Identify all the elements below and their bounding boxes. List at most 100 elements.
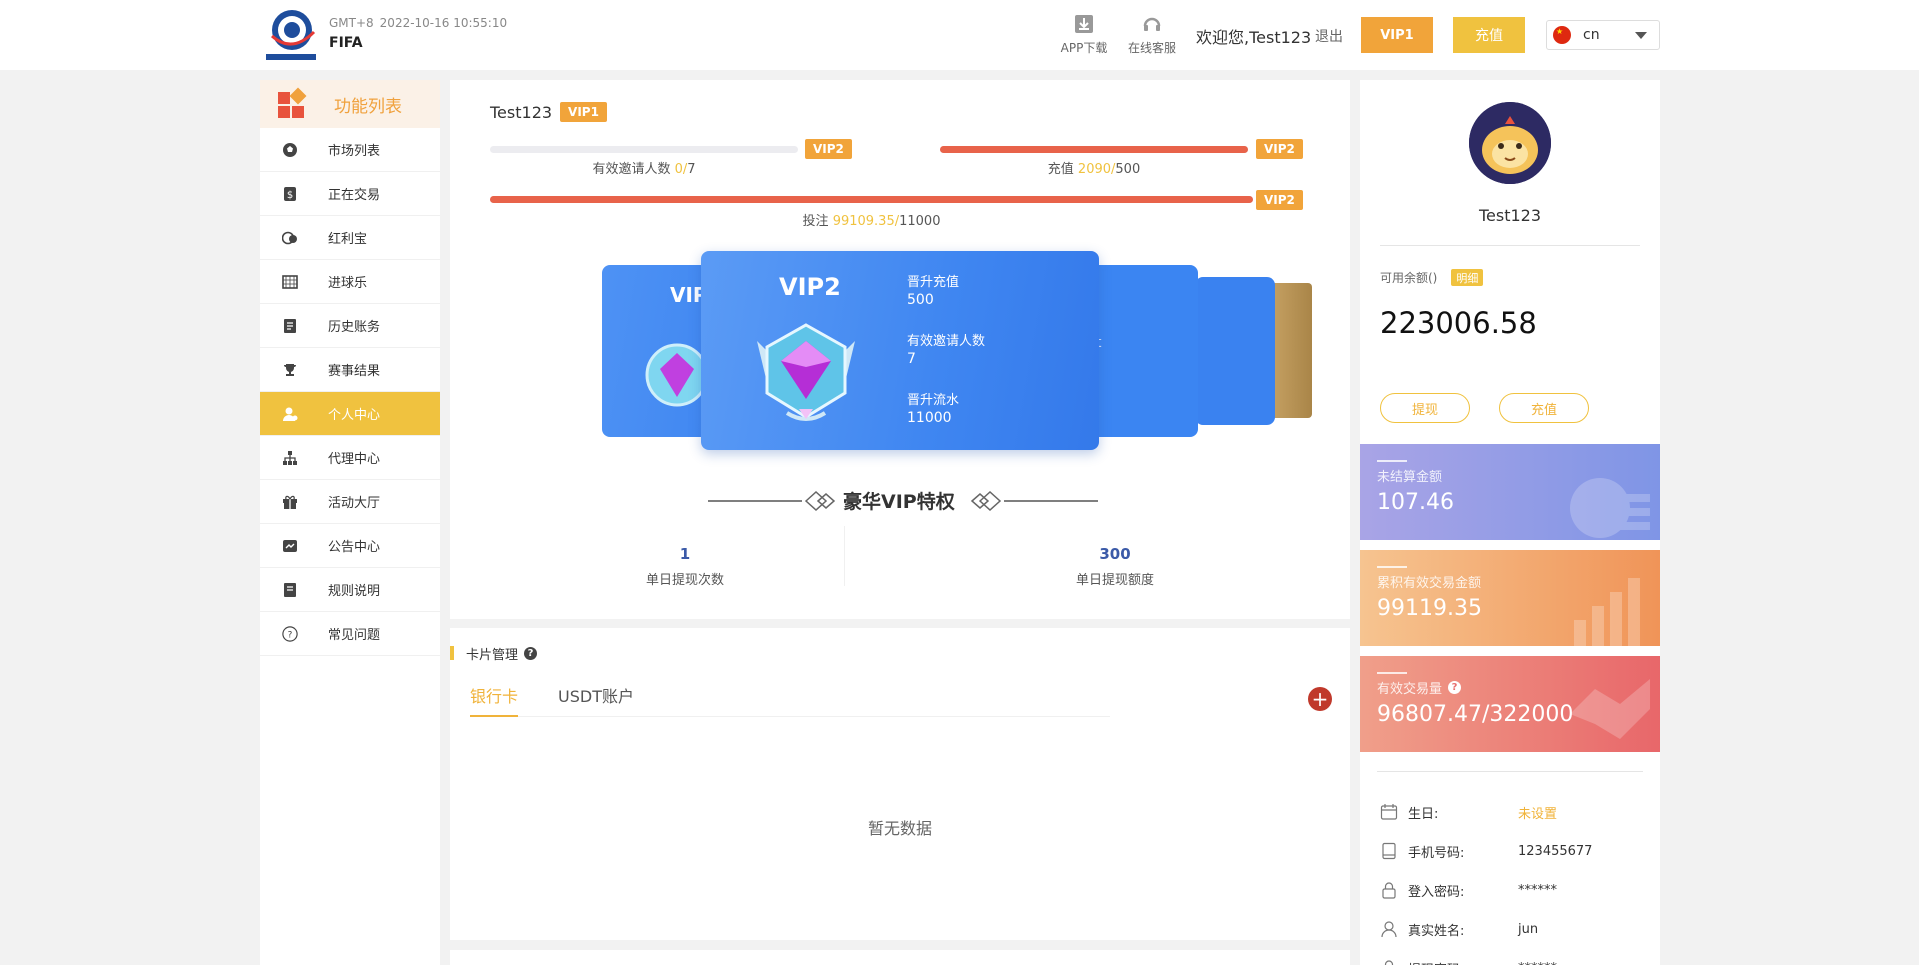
question-circle-icon: ?	[282, 625, 298, 642]
language-select[interactable]: cn	[1546, 20, 1660, 50]
sidebar-item-7[interactable]: 代理中心	[260, 436, 440, 480]
vip-user-line: Test123 VIP1	[490, 102, 607, 122]
info-value: jun	[1518, 921, 1539, 937]
sidebar-item-label: 常见问题	[328, 628, 381, 643]
vip-username: Test123	[490, 102, 553, 122]
sidebar-item-8[interactable]: 活动大厅	[260, 480, 440, 524]
user-icon	[282, 406, 298, 422]
welcome-text: 欢迎您,Test123	[1196, 28, 1312, 47]
tab-usdt-account[interactable]: USDT账户	[558, 683, 634, 717]
fifa-football-logo[interactable]	[262, 6, 320, 64]
card-tabs: 银行卡 USDT账户	[470, 683, 1110, 717]
sidebar-item-0[interactable]: 市场列表	[260, 128, 440, 172]
stat-withdraw-count: 1 单日提现次数	[645, 545, 724, 588]
add-card-button[interactable]: +	[1308, 687, 1332, 711]
total-valid-trade-card: 累积有效交易金额 99119.35	[1360, 550, 1660, 646]
req-recharge: 晋升充值 500	[907, 275, 960, 308]
sidebar-item-2[interactable]: 红利宝	[260, 216, 440, 260]
announcement-icon	[282, 538, 298, 554]
invite-target-vip-badge: VIP2	[805, 139, 852, 159]
privilege-title: 豪华VIP特权	[843, 491, 955, 513]
sidebar-item-label: 个人中心	[328, 408, 381, 423]
sidebar-item-4[interactable]: 历史账务	[260, 304, 440, 348]
recharge-progress-bar	[940, 146, 1248, 153]
vip-card-peek-far[interactable]	[1272, 283, 1312, 418]
timezone-clock: GMT+8 2022-10-16 10:55:10	[329, 16, 508, 30]
vip-card-peek-right-2[interactable]	[1195, 277, 1275, 425]
org-chart-icon	[282, 450, 298, 466]
info-label: 登入密码:	[1408, 884, 1465, 900]
help-icon[interactable]: ?	[1448, 681, 1462, 694]
balance-detail-button[interactable]: 明细	[1451, 269, 1484, 286]
profile-panel: Test123 可用余额() 明细 223006.58 提现 充值 未结算金额 …	[1360, 80, 1660, 965]
goal-net-icon	[282, 274, 298, 290]
withdraw-button[interactable]: 提现	[1380, 393, 1470, 423]
lock-icon	[1380, 881, 1398, 899]
function-grid-icon	[278, 87, 307, 118]
app-download-button[interactable]: APP下载	[1054, 14, 1114, 56]
top-header: GMT+8 2022-10-16 10:55:10 FIFA APP下载 在线客服…	[0, 0, 1919, 70]
vip-level-button[interactable]: VIP1	[1361, 17, 1433, 53]
info-value[interactable]: 未设置	[1518, 803, 1557, 822]
logout-link[interactable]: 退出	[1315, 26, 1343, 46]
sidebar-item-label: 代理中心	[328, 452, 381, 467]
avatar[interactable]	[1469, 102, 1551, 184]
sidebar-item-11[interactable]: ? 常见问题	[260, 612, 440, 656]
sidebar-item-9[interactable]: 公告中心	[260, 524, 440, 568]
sidebar-item-5[interactable]: 赛事结果	[260, 348, 440, 392]
handshake-icon	[1570, 679, 1650, 739]
svg-text:$: $	[287, 190, 293, 201]
vip-card-title: VIP2	[779, 273, 841, 301]
bet-progress-label: 投注 99109.35/11000	[802, 214, 941, 229]
unsettled-amount-card: 未结算金额 107.46	[1360, 444, 1660, 540]
vip-card-current[interactable]: VIP2 晋升充值 500 有效邀请人数 7 晋升流水 11000	[701, 251, 1099, 450]
sidebar-item-label: 公告中心	[328, 540, 381, 555]
profile-info-row: 登入密码: ******	[1380, 880, 1650, 900]
section-accent-bar	[450, 646, 454, 660]
online-service-button[interactable]: 在线客服	[1122, 14, 1182, 56]
tab-bank-card[interactable]: 银行卡	[470, 683, 519, 717]
profile-name: Test123	[1478, 206, 1542, 225]
invite-progress-label: 有效邀请人数 0/7	[592, 162, 696, 177]
bar-growth-icon	[1574, 578, 1640, 646]
help-icon[interactable]: ?	[524, 646, 538, 660]
vip-card-peek-right-1[interactable]: t	[1090, 265, 1198, 437]
next-panel-edge	[450, 950, 1350, 965]
empty-state: 暂无数据	[867, 819, 932, 838]
profile-recharge-button[interactable]: 充值	[1499, 393, 1589, 423]
balance-label: 可用余额() 明细	[1380, 269, 1484, 286]
sidebar-item-10[interactable]: 规则说明	[260, 568, 440, 612]
phone-icon	[1380, 842, 1398, 860]
bet-target-vip-badge: VIP2	[1256, 190, 1303, 210]
profile-info-row: 真实姓名: jun	[1380, 919, 1650, 939]
sidebar-item-6[interactable]: 个人中心	[260, 392, 440, 436]
vip-panel: Test123 VIP1 VIP2 有效邀请人数 0/7 VIP2 充值 209…	[450, 80, 1350, 619]
info-label: 手机号码:	[1408, 845, 1465, 861]
sidebar-item-1[interactable]: $ 正在交易	[260, 172, 440, 216]
recharge-progress-label: 充值 2090/500	[1047, 162, 1141, 177]
sidebar-item-3[interactable]: 进球乐	[260, 260, 440, 304]
sidebar-item-label: 正在交易	[328, 188, 381, 203]
download-icon	[1075, 15, 1093, 33]
header-recharge-button[interactable]: 充值	[1453, 17, 1525, 53]
bet-progress-bar	[490, 196, 1253, 203]
info-value: ******	[1518, 882, 1557, 898]
recharge-target-vip-badge: VIP2	[1256, 139, 1303, 159]
valid-trade-volume-value: 96807.47/322000	[1377, 702, 1574, 727]
decor-right-icon	[970, 490, 1098, 512]
person-icon	[1380, 920, 1398, 938]
profile-info-row: 提现密码: ******	[1380, 958, 1650, 965]
profile-divider	[1380, 245, 1640, 246]
dollar-doc-icon: $	[282, 186, 298, 202]
invite-progress-bar	[490, 146, 798, 153]
total-valid-trade-value: 99119.35	[1377, 596, 1482, 621]
valid-trade-volume-card: 有效交易量? 96807.47/322000	[1360, 656, 1660, 752]
decor-left-icon	[708, 490, 836, 512]
profile-info-row: 手机号码: 123455677	[1380, 841, 1650, 861]
sidebar-item-label: 市场列表	[328, 144, 381, 159]
soccer-ball-icon	[282, 142, 298, 158]
trophy-icon	[282, 362, 298, 378]
diamond-badge-icon	[757, 323, 855, 421]
sidebar-header: 功能列表	[260, 80, 440, 128]
req-flow: 晋升流水 11000	[907, 393, 960, 426]
